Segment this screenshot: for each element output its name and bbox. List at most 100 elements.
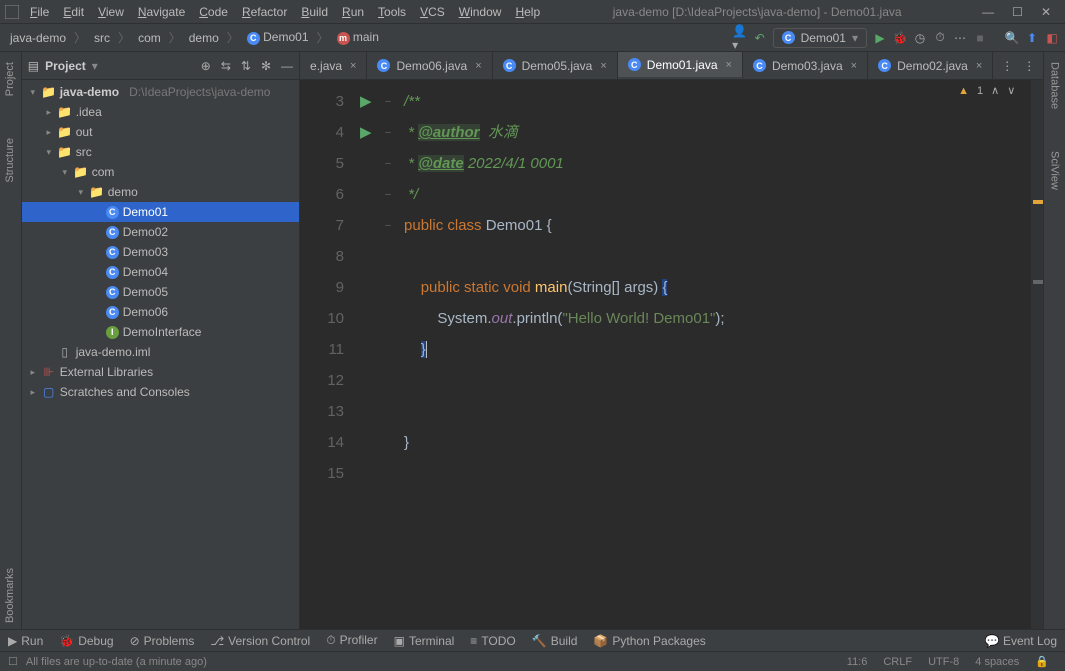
tree-item-src[interactable]: ▾📁src [22,142,299,162]
breadcrumb-item[interactable]: java-demo [6,29,70,47]
profile-button[interactable]: ⏱ [933,31,947,45]
tool-window-profiler[interactable]: ⏱Profiler [326,633,377,648]
editor-tab-e-java[interactable]: e.java× [300,52,367,79]
tree-arrow[interactable]: ▾ [44,147,54,158]
tree-item-external-libraries[interactable]: ▸⊪External Libraries [22,362,299,382]
tree-item-demo03[interactable]: CDemo03 [22,242,299,262]
maximize-button[interactable]: ☐ [1012,5,1023,19]
next-highlight-icon[interactable]: ∨ [1007,84,1015,97]
code-line[interactable]: public static void main(String[] args) { [404,272,1043,303]
run-line-icon[interactable]: ▶ [360,93,372,110]
menu-file[interactable]: File [24,3,55,21]
editor-tab-demo01-java[interactable]: CDemo01.java× [618,52,743,79]
fold-gutter-cell[interactable]: – [380,86,396,117]
tool-strip-bookmarks[interactable]: Bookmarks [4,562,16,629]
breadcrumb-item[interactable]: m main [333,28,383,47]
chevron-down-icon[interactable]: ▾ [92,59,98,73]
menu-view[interactable]: View [92,3,130,21]
tool-strip-project[interactable]: Project [4,56,16,102]
tool-window-python-packages[interactable]: 📦Python Packages [593,634,705,648]
tab-close-icon[interactable]: × [851,60,857,72]
line-number[interactable]: 4 [300,117,344,148]
tree-arrow[interactable]: ▸ [28,387,38,398]
tool-window-todo[interactable]: ≡TODO [470,634,515,648]
editor-inspections[interactable]: ▲ 1 ∧ ∨ [958,84,1015,97]
settings-icon[interactable]: ✻ [261,59,271,73]
attach-button[interactable]: ⋯ [953,31,967,45]
menu-code[interactable]: Code [193,3,234,21]
line-number[interactable]: 7 [300,210,344,241]
tree-item-demo06[interactable]: CDemo06 [22,302,299,322]
code-line[interactable]: System.out.println("Hello World! Demo01"… [404,303,1043,334]
tree-item-demo04[interactable]: CDemo04 [22,262,299,282]
menu-navigate[interactable]: Navigate [132,3,191,21]
run-gutter-cell[interactable]: ▶ [360,117,380,148]
tree-arrow[interactable]: ▸ [44,107,54,118]
line-number[interactable]: 9 [300,272,344,303]
tab-close-icon[interactable]: × [600,60,606,72]
line-number[interactable]: 10 [300,303,344,334]
breadcrumb-item[interactable]: demo [185,29,223,47]
project-tree[interactable]: ▾📁java-demoD:\IdeaProjects\java-demo▸📁.i… [22,80,299,629]
tool-window-problems[interactable]: ⊘Problems [130,634,195,648]
tool-window-terminal[interactable]: ▣Terminal [394,634,455,648]
code-line[interactable]: } [404,334,1043,365]
tree-item-demo[interactable]: ▾📁demo [22,182,299,202]
tree-item-demointerface[interactable]: IDemoInterface [22,322,299,342]
ide-icon[interactable]: ◧ [1045,31,1059,45]
tree-arrow[interactable]: ▾ [28,87,38,98]
tab-close-icon[interactable]: × [475,60,481,72]
file-encoding[interactable]: UTF-8 [920,656,967,668]
code-line[interactable]: * @date 2022/4/1 0001 [404,148,1043,179]
menu-tools[interactable]: Tools [372,3,412,21]
tree-arrow[interactable]: ▾ [76,187,86,198]
code-line[interactable]: } [404,427,1043,458]
fold-gutter-cell[interactable]: – [380,148,396,179]
tool-strip-structure[interactable]: Structure [4,132,16,189]
fold-gutter-cell[interactable]: – [380,117,396,148]
tool-window-build[interactable]: 🔨Build [532,634,578,648]
update-icon[interactable]: ⬆ [1025,31,1039,45]
code-line[interactable]: /** [404,86,1043,117]
code-line[interactable] [404,241,1043,272]
tool-strip-database[interactable]: Database [1049,56,1061,115]
tab-close-icon[interactable]: × [350,60,356,72]
code-area[interactable]: /** * @author 水滴 * @date 2022/4/1 0001 *… [396,80,1043,629]
line-number[interactable]: 5 [300,148,344,179]
run-button[interactable]: ▶ [873,31,887,45]
debug-button[interactable]: 🐞 [893,31,907,45]
stop-button[interactable]: ■ [973,31,987,45]
minimize-button[interactable]: — [982,5,994,19]
tree-item--idea[interactable]: ▸📁.idea [22,102,299,122]
editor-tab-demo06-java[interactable]: CDemo06.java× [367,52,492,79]
tool-strip-sciview[interactable]: SciView [1049,145,1061,196]
tree-item-demo01[interactable]: CDemo01 [22,202,299,222]
tree-arrow[interactable]: ▸ [28,367,38,378]
prev-highlight-icon[interactable]: ∧ [991,84,999,97]
line-number[interactable]: 3 [300,86,344,117]
tree-item-out[interactable]: ▸📁out [22,122,299,142]
tree-item-com[interactable]: ▾📁com [22,162,299,182]
tree-item-demo02[interactable]: CDemo02 [22,222,299,242]
line-number[interactable]: 15 [300,458,344,489]
event-log-button[interactable]: 💬 Event Log [985,634,1057,648]
tree-arrow[interactable]: ▸ [44,127,54,138]
line-number[interactable]: 14 [300,427,344,458]
line-number[interactable]: 12 [300,365,344,396]
tab-more-icon[interactable]: ⋮ [1023,59,1035,73]
user-icon[interactable]: 👤▾ [733,31,747,45]
tree-item-java-demo[interactable]: ▾📁java-demoD:\IdeaProjects\java-demo [22,82,299,102]
editor-scrollbar[interactable] [1031,80,1043,629]
menu-vcs[interactable]: VCS [414,3,451,21]
fold-gutter-cell[interactable]: – [380,179,396,210]
indent-setting[interactable]: 4 spaces [967,656,1027,668]
menu-run[interactable]: Run [336,3,370,21]
caret-position[interactable]: 11:6 [839,656,876,668]
code-line[interactable] [404,458,1043,489]
tree-item-demo05[interactable]: CDemo05 [22,282,299,302]
line-separator[interactable]: CRLF [875,656,920,668]
close-button[interactable]: ✕ [1041,5,1051,19]
back-icon[interactable]: ↶ [753,31,767,45]
menu-edit[interactable]: Edit [57,3,90,21]
code-line[interactable]: public class Demo01 { [404,210,1043,241]
